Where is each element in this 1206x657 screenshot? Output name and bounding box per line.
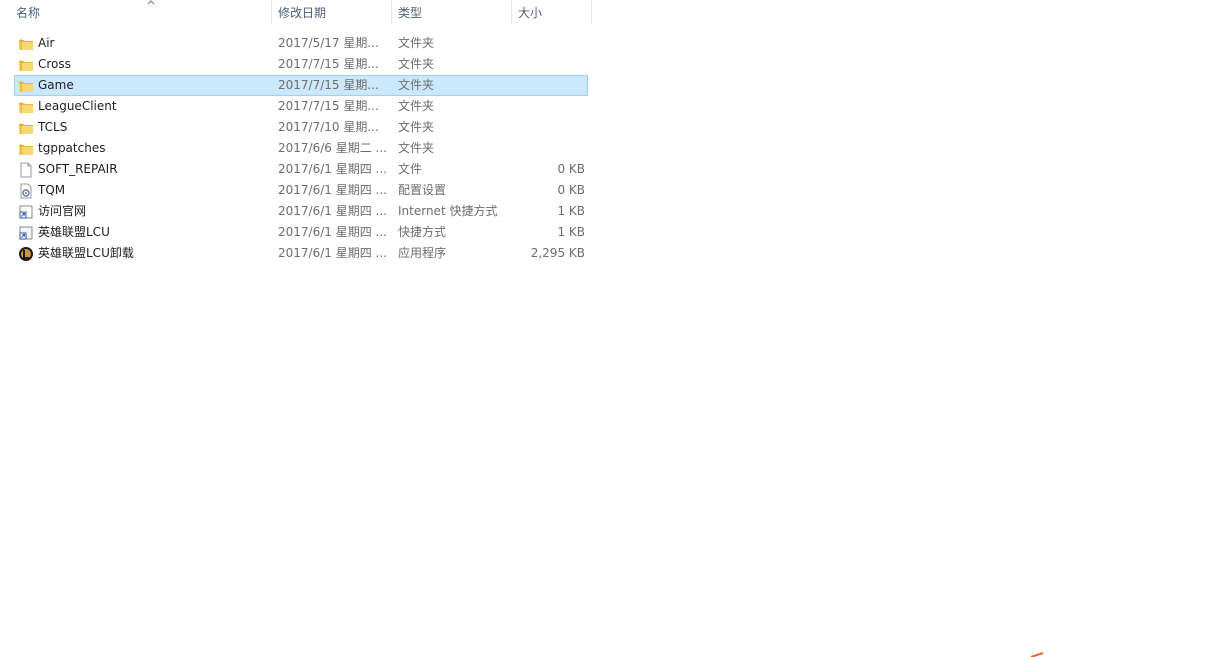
app-icon: [18, 246, 34, 262]
internet-shortcut-icon: [18, 204, 34, 220]
file-date: 2017/7/15 星期...: [278, 78, 379, 92]
column-header-type[interactable]: 类型: [392, 0, 512, 24]
file-name: 英雄联盟LCU卸载: [38, 246, 134, 260]
file-name: LeagueClient: [38, 99, 117, 113]
file-row[interactable]: SOFT_REPAIR 2017/6/1 星期四 ... 文件 0 KB: [14, 159, 588, 180]
folder-icon: [18, 141, 34, 157]
file-size: 0 KB: [557, 183, 585, 197]
file-size: [513, 139, 585, 158]
folder-icon: [18, 78, 34, 94]
file-size: [513, 118, 585, 137]
file-row[interactable]: Air 2017/5/17 星期... 文件夹: [14, 33, 588, 54]
config-file-icon: [18, 183, 34, 199]
file-icon: [18, 162, 34, 178]
column-header-name-label: 名称: [16, 6, 41, 20]
file-name: 访问官网: [38, 204, 87, 218]
decorative-mark: [1030, 652, 1044, 657]
file-row[interactable]: TQM 2017/6/1 星期四 ... 配置设置 0 KB: [14, 180, 588, 201]
file-row[interactable]: tgppatches 2017/6/6 星期二 ... 文件夹: [14, 138, 588, 159]
file-name: Air: [38, 36, 55, 50]
file-row[interactable]: LeagueClient 2017/7/15 星期... 文件夹: [14, 96, 588, 117]
folder-icon: [18, 36, 34, 52]
file-size: 1 KB: [557, 225, 585, 239]
file-date: 2017/7/10 星期...: [278, 120, 379, 134]
file-type: 文件: [398, 162, 423, 176]
column-header-bar: 名称 修改日期 类型 大小: [0, 0, 592, 24]
file-name: TCLS: [38, 120, 68, 134]
sort-ascending-icon: [147, 0, 155, 5]
file-row[interactable]: 访问官网 2017/6/1 星期四 ... Internet 快捷方式 1 KB: [14, 201, 588, 222]
file-date: 2017/7/15 星期...: [278, 99, 379, 113]
file-name: Game: [38, 78, 74, 92]
column-header-size-label: 大小: [518, 6, 543, 20]
column-header-name[interactable]: 名称: [10, 0, 272, 24]
file-date: 2017/7/15 星期...: [278, 57, 379, 71]
file-size: [513, 76, 585, 95]
file-type: 应用程序: [398, 246, 447, 260]
file-date: 2017/5/17 星期...: [278, 36, 379, 50]
file-size: [513, 55, 585, 74]
folder-icon: [18, 99, 34, 115]
file-name: SOFT_REPAIR: [38, 162, 118, 176]
file-row[interactable]: Cross 2017/7/15 星期... 文件夹: [14, 54, 588, 75]
file-type: Internet 快捷方式: [398, 204, 498, 218]
shortcut-icon: [18, 225, 34, 241]
file-type: 文件夹: [398, 57, 435, 71]
file-row[interactable]: Game 2017/7/15 星期... 文件夹: [14, 75, 588, 96]
file-row[interactable]: 英雄联盟LCU卸载 2017/6/1 星期四 ... 应用程序 2,295 KB: [14, 243, 588, 264]
file-type: 文件夹: [398, 141, 435, 155]
file-date: 2017/6/1 星期四 ...: [278, 162, 387, 176]
file-date: 2017/6/6 星期二 ...: [278, 141, 387, 155]
folder-icon: [18, 120, 34, 136]
file-date: 2017/6/1 星期四 ...: [278, 204, 387, 218]
column-header-type-label: 类型: [398, 6, 423, 20]
file-type: 文件夹: [398, 120, 435, 134]
file-date: 2017/6/1 星期四 ...: [278, 225, 387, 239]
file-name: tgppatches: [38, 141, 106, 155]
file-name: 英雄联盟LCU: [38, 225, 110, 239]
file-type: 配置设置: [398, 183, 447, 197]
file-size: [513, 97, 585, 116]
file-size: [513, 34, 585, 53]
folder-icon: [18, 57, 34, 73]
file-list: Air 2017/5/17 星期... 文件夹 Cross 2017/7/15 星期..…: [14, 33, 588, 264]
file-date: 2017/6/1 星期四 ...: [278, 183, 387, 197]
file-name: Cross: [38, 57, 71, 71]
file-type: 快捷方式: [398, 225, 447, 239]
file-type: 文件夹: [398, 99, 435, 113]
file-size: 2,295 KB: [530, 246, 585, 260]
file-date: 2017/6/1 星期四 ...: [278, 246, 387, 260]
file-size: 0 KB: [557, 162, 585, 176]
column-header-date-label: 修改日期: [278, 6, 327, 20]
file-row[interactable]: 英雄联盟LCU 2017/6/1 星期四 ... 快捷方式 1 KB: [14, 222, 588, 243]
file-type: 文件夹: [398, 36, 435, 50]
file-row[interactable]: TCLS 2017/7/10 星期... 文件夹: [14, 117, 588, 138]
file-size: 1 KB: [557, 204, 585, 218]
file-type: 文件夹: [398, 78, 435, 92]
column-header-size[interactable]: 大小: [512, 0, 592, 24]
column-header-date[interactable]: 修改日期: [272, 0, 392, 24]
file-name: TQM: [38, 183, 66, 197]
